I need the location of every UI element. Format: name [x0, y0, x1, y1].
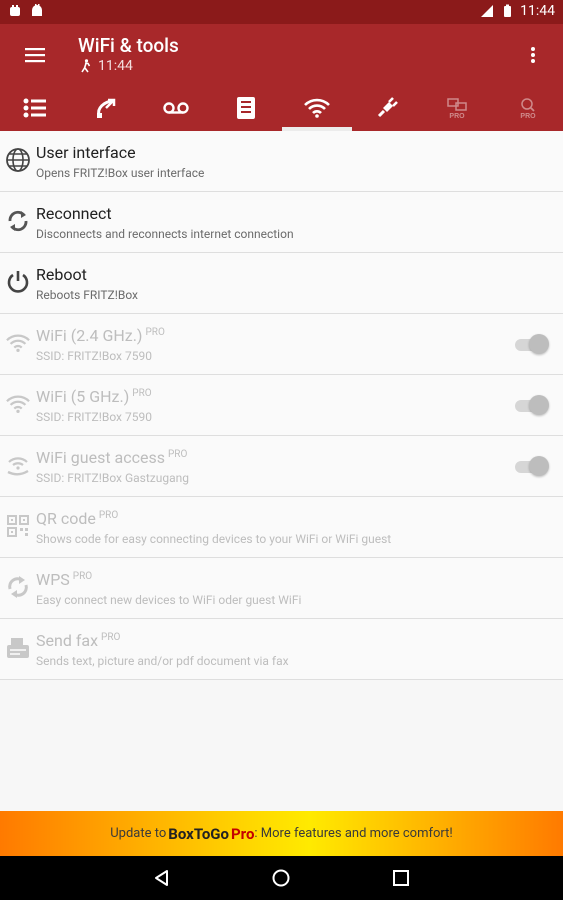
- recents-button[interactable]: [388, 865, 414, 891]
- pro-badge: PRO: [168, 448, 188, 460]
- screen: 11:44 WiFi & tools 11:44 PRO PRO User in…: [0, 0, 563, 900]
- status-bar: 11:44: [0, 0, 563, 24]
- list-item-reboot[interactable]: Reboot Reboots FRITZ!Box: [0, 253, 563, 314]
- pro-badge: PRO: [72, 570, 93, 582]
- svg-text:PRO: PRO: [450, 113, 466, 120]
- back-button[interactable]: [149, 865, 175, 891]
- search-pro-icon: PRO: [520, 97, 536, 120]
- more-vert-icon: [531, 47, 535, 63]
- wifi-5-toggle[interactable]: [515, 395, 549, 415]
- wifi-guest-icon: [7, 457, 29, 476]
- list-item-wifi-guest[interactable]: WiFi guest access PRO SSID: FRITZ!Box Gas…: [0, 436, 563, 497]
- tools-list: User interface Opens FRITZ!Box user inte…: [0, 131, 563, 680]
- battery-icon: [504, 4, 512, 17]
- item-subtitle: SSID: FRITZ!Box 7590: [36, 349, 152, 363]
- item-title: WiFi (2.4 GHz.) PRO: [36, 326, 165, 345]
- power-icon: [7, 271, 29, 293]
- list-item-wifi-24[interactable]: WiFi (2.4 GHz.) PRO SSID: FRITZ!Box 7590: [0, 314, 563, 375]
- page-title: WiFi & tools: [78, 34, 179, 57]
- wps-icon: [8, 576, 28, 598]
- promo-suffix: : More features and more comfort!: [254, 826, 453, 841]
- pro-badge: PRO: [132, 387, 152, 399]
- call-icon: [96, 98, 115, 118]
- svg-text:PRO: PRO: [520, 113, 536, 120]
- item-title: User interface: [36, 143, 136, 162]
- qr-code-icon: [7, 515, 29, 537]
- list-item-reconnect[interactable]: Reconnect Disconnects and reconnects int…: [0, 192, 563, 253]
- home-icon: [272, 869, 290, 887]
- wifi-icon: [303, 98, 330, 118]
- wifi-24-toggle[interactable]: [515, 334, 549, 354]
- tab-voicemail[interactable]: [141, 84, 211, 131]
- recents-icon: [393, 870, 409, 886]
- tab-list[interactable]: [0, 84, 70, 131]
- item-subtitle: SSID: FRITZ!Box Gastzugang: [36, 471, 189, 485]
- list-item-wifi-5[interactable]: WiFi (5 GHz.) PRO SSID: FRITZ!Box 7590: [0, 375, 563, 436]
- reconnect-icon: [8, 210, 28, 232]
- item-subtitle: Easy connect new devices to WiFi oder gu…: [36, 593, 302, 607]
- item-title: WiFi guest access PRO: [36, 448, 188, 467]
- item-title: Reconnect: [36, 204, 112, 223]
- signal-icon: [481, 5, 494, 17]
- status-time: 11:44: [520, 3, 555, 19]
- list-item-wps[interactable]: WPS PRO Easy connect new devices to WiFi …: [0, 558, 563, 619]
- item-subtitle: Opens FRITZ!Box user interface: [36, 166, 205, 180]
- android-notification-icon: [32, 4, 42, 16]
- list-item-send-fax[interactable]: Send fax PRO Sends text, picture and/or p…: [0, 619, 563, 680]
- tab-wifi-tools[interactable]: [281, 84, 353, 131]
- notification-app-icon: [10, 5, 20, 16]
- promo-brand: BoxToGo: [168, 824, 230, 843]
- pro-badge: PRO: [145, 326, 165, 338]
- wifi-icon: [6, 395, 30, 414]
- tab-monitor-pro[interactable]: PRO: [493, 84, 563, 131]
- walking-icon: [81, 59, 91, 73]
- globe-icon: [6, 148, 30, 172]
- item-title: WiFi (5 GHz.) PRO: [36, 387, 152, 406]
- plug-icon: [378, 96, 398, 117]
- item-subtitle: Reboots FRITZ!Box: [36, 288, 138, 302]
- wifi-icon: [6, 334, 30, 353]
- subtitle-time: 11:44: [98, 58, 133, 74]
- app-bar: WiFi & tools 11:44 PRO PRO: [0, 24, 563, 131]
- list-item-user-interface[interactable]: User interface Opens FRITZ!Box user inte…: [0, 131, 563, 192]
- item-title: Reboot: [36, 265, 87, 284]
- item-subtitle: Sends text, picture and/or pdf document …: [36, 654, 289, 668]
- item-title: QR code PRO: [36, 509, 119, 528]
- item-title: Send fax PRO: [36, 631, 121, 650]
- home-button[interactable]: [268, 865, 294, 891]
- page-subtitle: 11:44: [80, 58, 133, 74]
- tab-bar: PRO PRO: [0, 84, 563, 131]
- voicemail-icon: [163, 101, 189, 114]
- pro-badge: PRO: [101, 631, 121, 643]
- phonebook-icon: [237, 96, 256, 119]
- item-title: WPS PRO: [36, 570, 93, 589]
- tab-network-pro[interactable]: PRO: [422, 84, 492, 131]
- list-item-qr-code[interactable]: QR code PRO Shows code for easy connectin…: [0, 497, 563, 558]
- hamburger-icon: [25, 48, 45, 63]
- promo-prefix: Update to: [110, 826, 167, 841]
- pro-badge: PRO: [98, 509, 119, 521]
- promo-pro: Pro: [231, 824, 255, 843]
- navigation-bar: [0, 856, 563, 900]
- fax-icon: [7, 638, 29, 658]
- overflow-menu-button[interactable]: [523, 40, 543, 70]
- tab-phonebook[interactable]: [211, 84, 281, 131]
- item-subtitle: Disconnects and reconnects internet conn…: [36, 227, 294, 241]
- list-icon: [23, 98, 47, 117]
- tab-smart-home[interactable]: [352, 84, 422, 131]
- network-pro-icon: PRO: [447, 97, 468, 120]
- menu-button[interactable]: [20, 40, 50, 70]
- upgrade-banner[interactable]: Update to BoxToGo Pro : More features an…: [0, 811, 563, 856]
- wifi-guest-toggle[interactable]: [515, 456, 549, 476]
- item-subtitle: SSID: FRITZ!Box 7590: [36, 410, 152, 424]
- item-subtitle: Shows code for easy connecting devices t…: [36, 532, 392, 546]
- back-icon: [155, 870, 168, 886]
- tab-calls[interactable]: [70, 84, 140, 131]
